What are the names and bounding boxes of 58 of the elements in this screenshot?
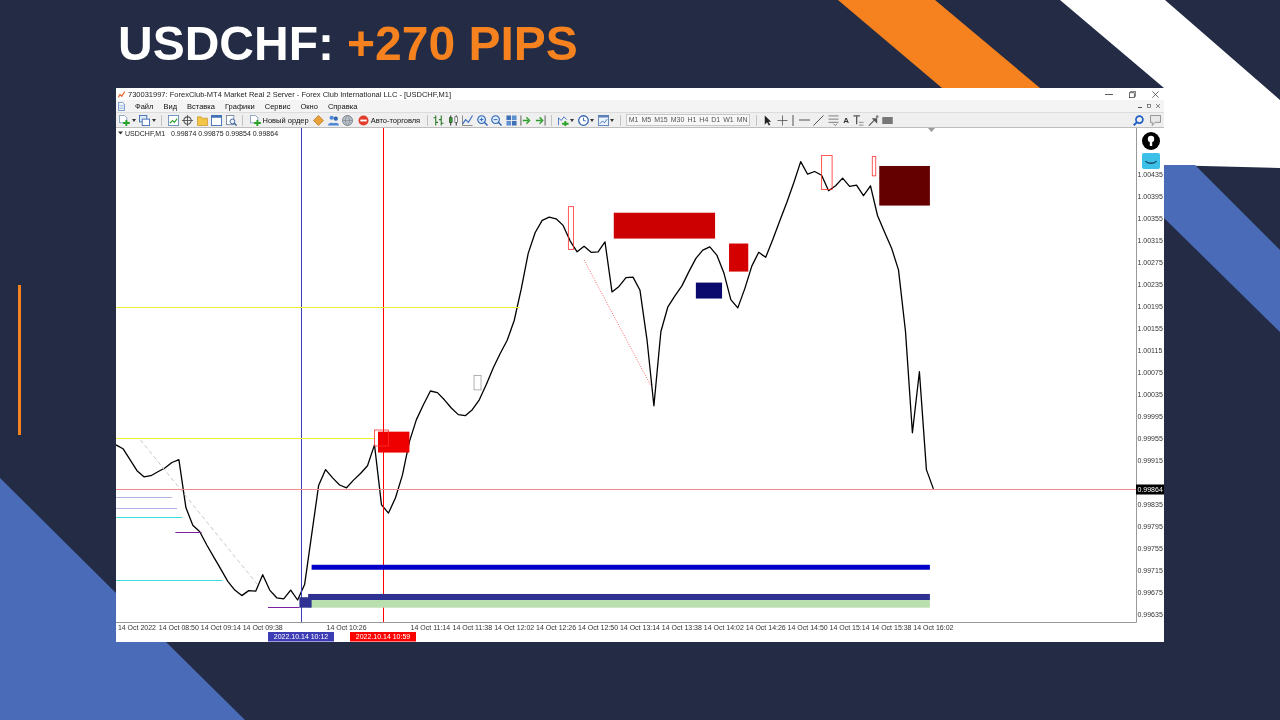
rectangle-outline: [821, 155, 833, 190]
no-entry-icon: [357, 114, 369, 126]
arrow-right-bar-icon[interactable]: [534, 114, 546, 126]
level-line: [116, 508, 178, 509]
windows-icon[interactable]: [139, 114, 150, 126]
headline-result: +270 PIPS: [347, 20, 578, 68]
zone-rectangle: [729, 243, 749, 272]
rectangle-icon[interactable]: [882, 116, 894, 124]
zoom-out-icon[interactable]: [491, 114, 503, 126]
clock-icon[interactable]: [577, 114, 589, 126]
chart-line-icon: [118, 90, 125, 98]
smile-icon: [1142, 153, 1160, 169]
rectangle-outline: [567, 206, 574, 250]
line-chart-icon[interactable]: [462, 114, 474, 126]
restore-icon[interactable]: [1147, 104, 1151, 108]
text-label-icon[interactable]: [853, 114, 865, 126]
minimize-icon[interactable]: [1105, 93, 1113, 95]
chart-window-icon[interactable]: [167, 114, 179, 126]
caret-icon[interactable]: [590, 118, 595, 122]
close-icon[interactable]: [1152, 90, 1159, 98]
level-line: [267, 607, 300, 608]
level-line: [175, 532, 202, 533]
zone-rectangle: [879, 165, 930, 206]
chat-icon[interactable]: [1150, 114, 1161, 126]
grid-icon[interactable]: [505, 114, 517, 126]
chart-template-icon[interactable]: [597, 114, 609, 126]
restore-icon[interactable]: [1129, 90, 1136, 98]
people-icon[interactable]: [327, 114, 339, 126]
document-icon[interactable]: [118, 101, 125, 111]
document-plus-icon: [249, 114, 261, 126]
headline-symbol: USDCHF:: [118, 20, 334, 68]
keyhole-icon: [1142, 132, 1160, 150]
caret-icon[interactable]: [610, 118, 615, 122]
cursor-icon[interactable]: [762, 114, 774, 126]
arrow-icon[interactable]: [867, 114, 879, 126]
magnifier-document-icon[interactable]: [225, 114, 237, 126]
crosshair-circle-icon[interactable]: [182, 114, 193, 126]
rectangle-outline: [871, 156, 877, 177]
search-icon[interactable]: [1133, 114, 1144, 126]
caret-icon[interactable]: [151, 118, 156, 122]
window-icon[interactable]: [211, 114, 222, 126]
caret-icon[interactable]: [131, 118, 136, 122]
minimize-icon[interactable]: [1138, 104, 1142, 108]
caret-icon[interactable]: [570, 118, 575, 122]
crosshair-icon[interactable]: [776, 114, 788, 126]
bar-arrow-right-icon[interactable]: [520, 114, 532, 126]
candlestick-icon[interactable]: [447, 114, 459, 126]
rectangle-outline: [473, 375, 482, 391]
globe-icon[interactable]: [342, 114, 354, 126]
bar-chart-icon[interactable]: [433, 114, 445, 126]
text-tool-button[interactable]: A: [842, 114, 850, 126]
close-icon[interactable]: [1156, 104, 1160, 108]
level-line: [116, 517, 183, 518]
trend-line-icon[interactable]: [813, 114, 825, 126]
level-line: [116, 497, 172, 498]
zoom-in-icon[interactable]: [476, 114, 488, 126]
caret-icon[interactable]: [118, 131, 123, 135]
rectangle-outline: [374, 429, 389, 447]
